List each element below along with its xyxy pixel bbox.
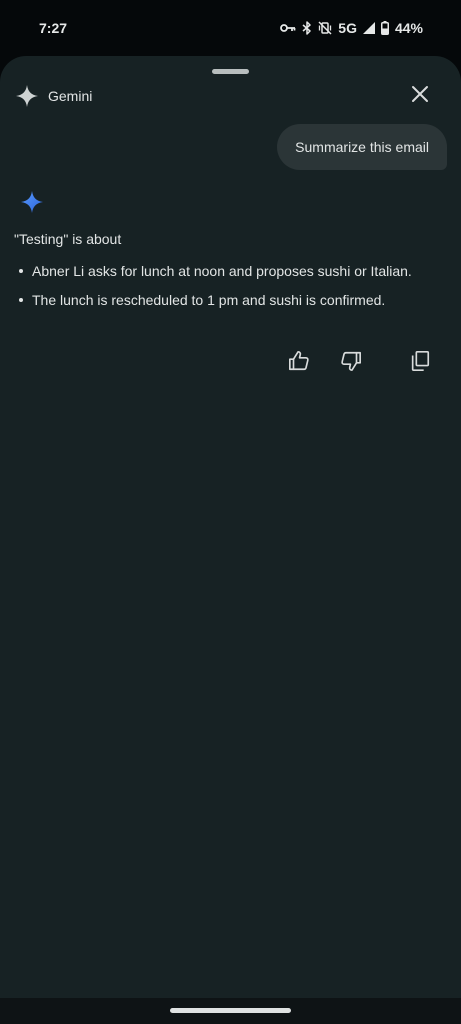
vpn-key-icon [280, 23, 296, 33]
response-summary-list: Abner Li asks for lunch at noon and prop… [14, 262, 444, 320]
status-bar: 7:27 5G 44% [0, 0, 461, 56]
thumbs-up-button[interactable] [286, 350, 312, 376]
thumbs-up-icon [288, 350, 310, 377]
bluetooth-icon [302, 21, 312, 35]
response-intro: "Testing" is about [14, 231, 122, 247]
copy-icon [409, 350, 431, 377]
close-button[interactable] [406, 82, 434, 110]
gemini-overlay-screen: 7:27 5G 44% Gemini Summarize this email … [0, 0, 461, 1024]
bullet-dot [19, 269, 23, 273]
signal-icon [362, 22, 375, 34]
user-prompt-text: Summarize this email [295, 139, 429, 155]
thumbs-down-button[interactable] [338, 350, 364, 376]
home-gesture-handle[interactable] [170, 1008, 291, 1013]
bullet-dot [19, 298, 23, 302]
battery-percent: 44% [394, 20, 423, 36]
summary-point: The lunch is rescheduled to 1 pm and sus… [32, 292, 386, 308]
status-icons: 5G 44% [280, 18, 423, 38]
summary-point: Abner Li asks for lunch at noon and prop… [32, 263, 412, 279]
drag-handle[interactable] [212, 69, 249, 74]
user-prompt-bubble: Summarize this email [277, 124, 447, 170]
gemini-response-icon [21, 191, 43, 213]
copy-button[interactable] [407, 350, 433, 376]
close-icon [411, 85, 429, 108]
battery-icon [380, 21, 389, 35]
list-item: Abner Li asks for lunch at noon and prop… [14, 262, 444, 280]
status-time: 7:27 [39, 20, 68, 36]
navigation-bar [0, 998, 461, 1024]
header-title: Gemini [48, 88, 93, 104]
thumbs-down-icon [340, 350, 362, 377]
list-item: The lunch is rescheduled to 1 pm and sus… [14, 291, 444, 309]
gemini-sheet: Gemini Summarize this email "Testing" is… [0, 56, 461, 1024]
vibrate-off-icon [318, 21, 332, 35]
gemini-spark-icon [16, 85, 38, 107]
network-type: 5G [338, 20, 357, 36]
